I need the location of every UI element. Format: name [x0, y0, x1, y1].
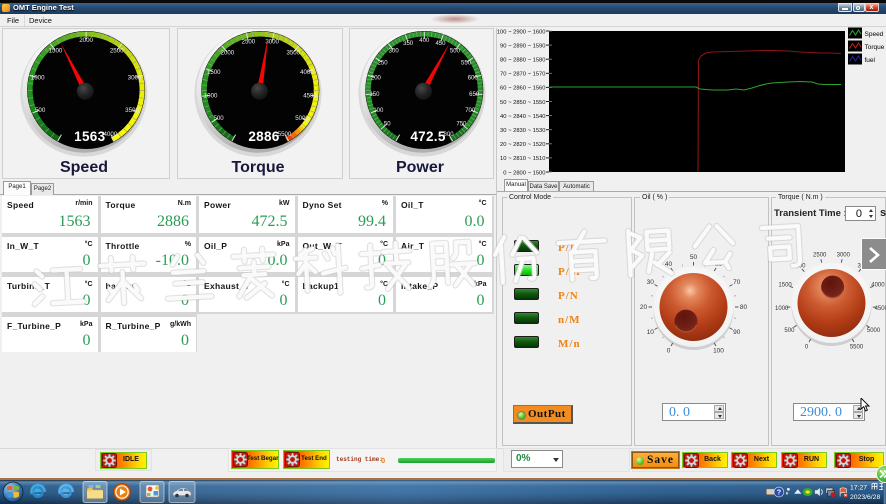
- svg-text:2500: 2500: [813, 253, 827, 259]
- svg-text:0: 0: [667, 348, 671, 355]
- svg-text:90: 90: [733, 329, 741, 336]
- svg-text:60: 60: [715, 261, 723, 268]
- svg-text:20: 20: [640, 304, 648, 311]
- svg-text:50: 50: [690, 254, 698, 261]
- svg-text:0: 0: [805, 345, 809, 351]
- svg-text:1000: 1000: [775, 306, 789, 312]
- svg-text:500: 500: [784, 328, 795, 334]
- svg-text:2000: 2000: [792, 263, 806, 269]
- svg-text:30: 30: [647, 279, 655, 286]
- svg-text:4000: 4000: [871, 283, 885, 289]
- svg-text:1500: 1500: [778, 283, 792, 289]
- svg-text:80: 80: [740, 304, 748, 311]
- svg-text:3000: 3000: [837, 253, 851, 259]
- svg-text:4500: 4500: [875, 306, 886, 312]
- svg-text:40: 40: [665, 261, 673, 268]
- svg-text:5000: 5000: [867, 328, 881, 334]
- svg-text:70: 70: [733, 279, 741, 286]
- svg-text:5500: 5500: [850, 345, 864, 351]
- svg-text:10: 10: [647, 329, 655, 336]
- svg-text:100: 100: [713, 348, 724, 355]
